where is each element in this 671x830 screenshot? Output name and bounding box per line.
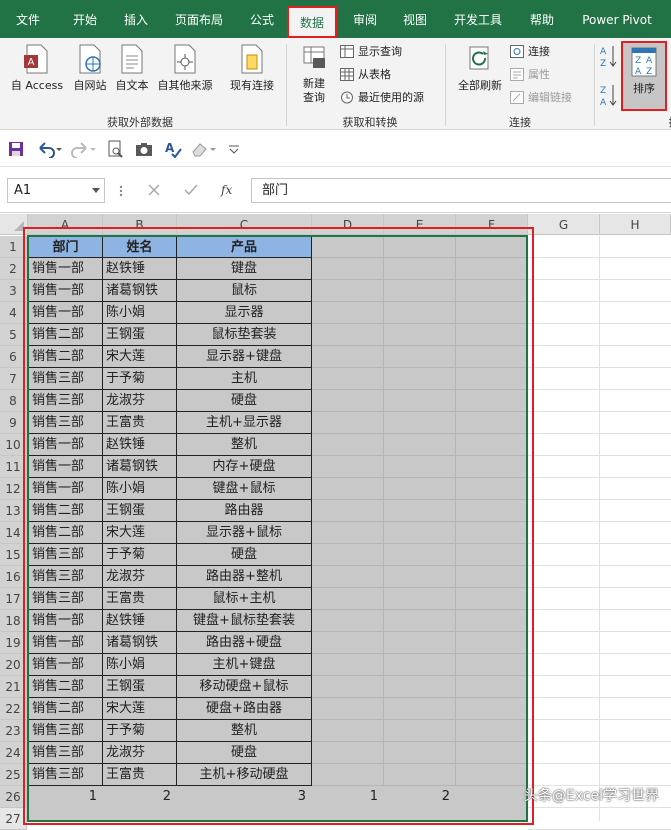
group-label-external: 获取外部数据 bbox=[107, 116, 173, 129]
tab-developer[interactable]: 开发工具 bbox=[446, 0, 510, 38]
refresh-icon bbox=[469, 46, 489, 70]
tab-home[interactable]: 开始 bbox=[62, 0, 108, 38]
sort-button[interactable]: ZAAZ 排序 bbox=[621, 41, 667, 111]
tab-power-pivot[interactable]: Power Pivot bbox=[574, 0, 660, 38]
tab-page-layout[interactable]: 页面布局 bbox=[168, 0, 230, 38]
chevron-down-icon bbox=[92, 188, 100, 193]
svg-text:A: A bbox=[600, 47, 607, 57]
eraser-dropdown-icon[interactable] bbox=[190, 140, 216, 158]
insert-function-icon[interactable]: fx bbox=[220, 182, 236, 198]
svg-text:fx: fx bbox=[220, 183, 232, 197]
svg-text:Z: Z bbox=[600, 59, 606, 69]
group-separator bbox=[286, 44, 287, 126]
spelling-icon[interactable]: A bbox=[164, 140, 182, 158]
clock-icon bbox=[341, 91, 353, 104]
sort-dialog-icon: Z AA Z bbox=[631, 47, 657, 77]
sort-az-icon: AZ bbox=[600, 46, 617, 69]
other-sources-icon bbox=[174, 44, 196, 74]
svg-text:Z: Z bbox=[646, 67, 652, 77]
from-access-button[interactable]: A 自 Access bbox=[6, 44, 68, 93]
connections-button[interactable]: 连接 bbox=[508, 42, 550, 62]
from-text-button[interactable]: 自文本 bbox=[112, 44, 152, 93]
web-icon bbox=[79, 44, 101, 74]
print-preview-icon[interactable] bbox=[106, 140, 124, 158]
formula-input[interactable]: 部门 bbox=[251, 178, 671, 203]
customize-toolbar-icon[interactable] bbox=[228, 140, 240, 158]
sort-ascending-button[interactable]: AZ ZA bbox=[600, 44, 618, 112]
table-icon bbox=[340, 68, 354, 81]
ribbon-tab-bar: 文件 开始 插入 页面布局 公式 数据 审阅 视图 开发工具 帮助 Power … bbox=[0, 0, 671, 38]
svg-text:A: A bbox=[635, 67, 642, 77]
new-query-icon bbox=[303, 46, 325, 68]
group-label-transform: 获取和转换 bbox=[342, 116, 398, 129]
group-separator bbox=[445, 44, 446, 126]
worksheet-grid[interactable]: A B C D E F G H 1 2 3 4 5 6 7 8 9 10 11 12 13 14 15 16 17 18 19 20 2… bbox=[0, 214, 671, 830]
ribbon-panel: A 自 Access 自网站 自文本 自其他来源 现有连接 获取外部数据 新建 … bbox=[0, 38, 671, 130]
from-table-button[interactable]: 从表格 bbox=[338, 65, 391, 85]
recent-sources-button[interactable]: 最近使用的源 bbox=[338, 88, 424, 108]
properties-icon bbox=[510, 68, 524, 81]
group-label-connections: 连接 bbox=[509, 116, 531, 129]
tab-review[interactable]: 审阅 bbox=[344, 0, 386, 38]
formula-bar: A1 fx 部门 bbox=[0, 168, 671, 213]
svg-text:A: A bbox=[28, 57, 35, 68]
more-options-icon[interactable] bbox=[119, 185, 123, 197]
highlight-box bbox=[23, 227, 534, 825]
svg-text:A: A bbox=[600, 98, 607, 108]
sort-za-icon: ZA bbox=[600, 85, 617, 108]
tab-data[interactable]: 数据 bbox=[287, 6, 337, 38]
undo-icon[interactable] bbox=[36, 140, 62, 158]
name-box[interactable]: A1 bbox=[7, 178, 105, 203]
new-query-button[interactable]: 新建 查询 bbox=[292, 44, 336, 105]
watermark: 头条@Excel学习世界 bbox=[523, 788, 659, 804]
tab-insert[interactable]: 插入 bbox=[114, 0, 158, 38]
gridline bbox=[599, 236, 600, 821]
group-label-sort: 排 bbox=[664, 114, 671, 130]
svg-text:Z: Z bbox=[600, 86, 606, 96]
show-queries-icon bbox=[340, 45, 354, 58]
existing-connections-button[interactable]: 现有连接 bbox=[224, 44, 280, 93]
tab-view[interactable]: 视图 bbox=[394, 0, 436, 38]
link-icon bbox=[510, 45, 524, 58]
existing-connections-icon bbox=[241, 44, 263, 74]
confirm-icon[interactable] bbox=[184, 184, 198, 196]
cancel-icon[interactable] bbox=[148, 184, 160, 196]
edit-links-button[interactable]: 编辑链接 bbox=[508, 88, 572, 108]
from-web-button[interactable]: 自网站 bbox=[70, 44, 110, 93]
properties-button[interactable]: 属性 bbox=[508, 65, 550, 85]
refresh-all-button[interactable]: 全部刷新 bbox=[452, 44, 508, 93]
svg-text:A: A bbox=[646, 56, 653, 66]
camera-icon[interactable] bbox=[135, 140, 153, 158]
show-queries-button[interactable]: 显示查询 bbox=[338, 42, 402, 62]
edit-links-icon bbox=[510, 91, 524, 104]
svg-text:A: A bbox=[165, 141, 175, 155]
redo-icon[interactable] bbox=[70, 140, 96, 158]
text-file-icon bbox=[121, 44, 143, 74]
column-header[interactable]: G bbox=[528, 214, 600, 235]
group-separator bbox=[594, 44, 595, 126]
tab-help[interactable]: 帮助 bbox=[520, 0, 564, 38]
quick-access-toolbar: A bbox=[0, 131, 671, 167]
tab-formulas[interactable]: 公式 bbox=[240, 0, 284, 38]
column-header[interactable]: H bbox=[600, 214, 671, 235]
access-icon: A bbox=[24, 44, 48, 74]
tab-file[interactable]: 文件 bbox=[4, 0, 52, 38]
save-icon[interactable] bbox=[7, 140, 25, 158]
svg-text:Z: Z bbox=[635, 56, 641, 66]
from-other-sources-button[interactable]: 自其他来源 bbox=[154, 44, 216, 93]
